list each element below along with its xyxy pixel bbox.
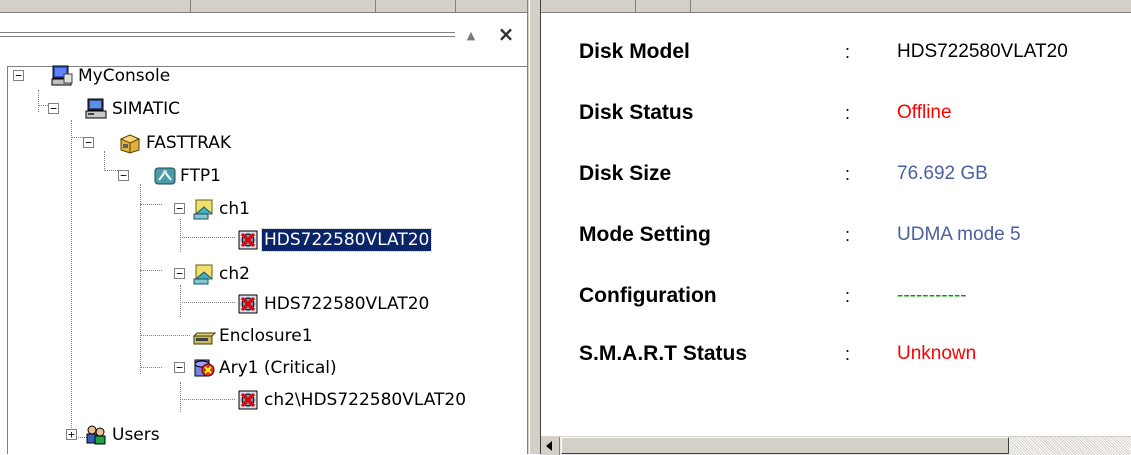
tree-node-fasttrak[interactable]: − FASTTRAK xyxy=(0,131,300,157)
tree-node-label: HDS722580VLAT20 xyxy=(260,228,433,252)
tree-node-ary1[interactable]: − Ary1 (Critical) xyxy=(0,356,340,382)
controller-card-icon xyxy=(119,134,141,154)
tree-pane: ▲ × − MyConsole − SIMATIC − FASTTRAK − F… xyxy=(0,14,527,454)
property-label: Configuration xyxy=(579,284,717,307)
header-divider xyxy=(455,0,456,12)
header-strip xyxy=(0,0,1131,13)
tree-node-enclosure1[interactable]: Enclosure1 xyxy=(0,324,313,350)
property-value: HDS722580VLAT20 xyxy=(897,41,1068,62)
property-separator: : xyxy=(845,286,851,306)
tree-node-label: FASTTRAK xyxy=(146,133,232,153)
grip-line xyxy=(0,33,455,37)
property-value: Offline xyxy=(897,102,952,123)
adapter-icon xyxy=(154,167,176,185)
channel-icon xyxy=(193,264,213,285)
scrollbar-thumb[interactable] xyxy=(561,437,1009,454)
tree-node-ch1[interactable]: − ch1 xyxy=(0,197,300,223)
tree-node-ch2[interactable]: − ch2 xyxy=(0,262,300,288)
tree-node-ftp1[interactable]: − FTP1 xyxy=(0,164,300,190)
property-separator: : xyxy=(845,42,851,62)
tree-node-label: ch2 xyxy=(219,264,250,284)
close-icon[interactable]: × xyxy=(496,24,516,44)
property-label: Disk Size xyxy=(579,162,672,185)
tree-node-label: SIMATIC xyxy=(112,99,181,119)
header-divider xyxy=(690,0,691,12)
disk-error-icon xyxy=(238,390,258,410)
splitter-highlight xyxy=(529,0,530,454)
array-critical-icon xyxy=(194,359,215,377)
tree-node-disk2[interactable]: HDS722580VLAT20 xyxy=(0,292,480,318)
users-icon xyxy=(86,425,106,445)
property-value: UDMA mode 5 xyxy=(897,224,1021,245)
tree-node-label: HDS722580VLAT20 xyxy=(264,294,430,314)
property-separator: : xyxy=(845,225,851,245)
tree-node-array-disk[interactable]: ch2\HDS722580VLAT20 xyxy=(0,388,520,414)
property-label: Disk Status xyxy=(579,101,694,124)
tree-node-label: FTP1 xyxy=(180,166,221,186)
expand-toggle[interactable]: + xyxy=(66,429,77,440)
tree-node-myconsole[interactable]: − MyConsole xyxy=(0,64,300,90)
collapse-toggle[interactable]: − xyxy=(48,103,59,114)
scrollbar-track[interactable] xyxy=(1011,437,1131,455)
collapse-toggle[interactable]: − xyxy=(174,362,185,373)
tree-node-disk1[interactable]: HDS722580VLAT20 xyxy=(0,228,480,254)
tree-node-label: ch1 xyxy=(219,199,250,219)
property-label: Disk Model xyxy=(579,40,690,63)
tree-node-label: ch2\HDS722580VLAT20 xyxy=(264,390,467,410)
tree-node-label: Enclosure1 xyxy=(219,326,313,346)
property-value: Unknown xyxy=(897,343,977,364)
header-divider xyxy=(635,0,636,12)
tree-node-label: Users xyxy=(112,425,160,445)
horizontal-scrollbar[interactable] xyxy=(541,436,1131,455)
collapse-toggle[interactable]: − xyxy=(174,203,185,214)
tree-node-users[interactable]: + Users xyxy=(0,423,300,449)
tree-node-simatic[interactable]: − SIMATIC xyxy=(0,97,300,123)
channel-icon xyxy=(193,199,213,220)
enclosure-icon xyxy=(192,332,216,345)
details-pane: Disk Model : HDS722580VLAT20 Disk Status… xyxy=(541,14,1131,454)
collapse-toggle[interactable]: − xyxy=(118,170,129,181)
console-computer-icon xyxy=(51,65,73,86)
tree-node-label: MyConsole xyxy=(78,66,171,86)
disk-error-icon xyxy=(238,294,258,314)
property-separator: : xyxy=(845,344,851,364)
computer-icon xyxy=(85,98,107,119)
property-label: S.M.A.R.T Status xyxy=(579,342,748,365)
collapse-toggle[interactable]: − xyxy=(174,268,185,279)
property-separator: : xyxy=(845,164,851,184)
collapse-toggle[interactable]: − xyxy=(13,70,24,81)
header-divider xyxy=(190,0,191,12)
collapse-toggle[interactable]: − xyxy=(83,137,94,148)
property-separator: : xyxy=(845,103,851,123)
pin-icon[interactable]: ▲ xyxy=(465,30,477,42)
pane-titlebar[interactable]: ▲ × xyxy=(0,14,527,56)
tree-node-label: Ary1 (Critical) xyxy=(219,358,337,378)
property-value: ----------- xyxy=(897,285,967,306)
header-divider xyxy=(375,0,376,12)
scroll-left-arrow-icon[interactable] xyxy=(541,437,560,455)
property-label: Mode Setting xyxy=(579,223,711,246)
property-value: 76.692 GB xyxy=(897,163,988,184)
disk-error-icon xyxy=(238,230,258,250)
